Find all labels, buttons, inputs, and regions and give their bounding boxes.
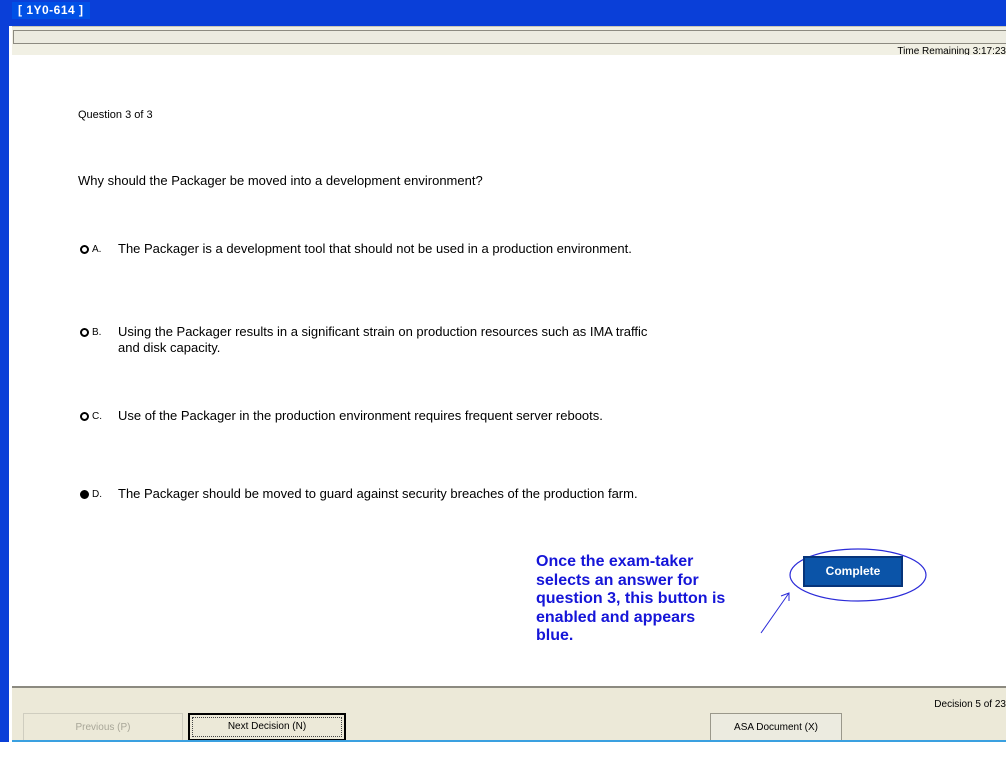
- asa-document-button[interactable]: ASA Document (X): [710, 713, 842, 741]
- annotation-callout: Once the exam-taker selects an answer fo…: [536, 553, 776, 646]
- info-bar-inset: [13, 30, 1006, 44]
- annotation-line: selects an answer for: [536, 571, 699, 589]
- option-text[interactable]: The Packager should be moved to guard ag…: [118, 486, 658, 502]
- annotation-line: question 3, this button is: [536, 590, 726, 607]
- question-panel: [12, 55, 1006, 685]
- option-text[interactable]: Using the Packager results in a signific…: [118, 324, 658, 356]
- option-letter: A.: [92, 244, 102, 255]
- complete-button[interactable]: Complete: [803, 556, 903, 587]
- annotation-line: blue.: [536, 627, 574, 644]
- previous-button[interactable]: Previous (P): [23, 713, 183, 741]
- next-decision-button[interactable]: Next Decision (N): [188, 713, 346, 741]
- title-bar: [ 1Y0-614 ]: [0, 0, 1006, 26]
- radio-c[interactable]: [80, 412, 89, 421]
- info-bar: Time Remaining 3:17:23: [12, 26, 1006, 57]
- option-letter: C.: [92, 411, 102, 422]
- exam-title: [ 1Y0-614 ]: [12, 2, 90, 19]
- navigation-bar: Decision 5 of 23 Previous (P) Next Decis…: [12, 686, 1006, 744]
- annotation-line: enabled and appears: [536, 608, 696, 626]
- option-text[interactable]: Use of the Packager in the production en…: [118, 408, 658, 424]
- option-text[interactable]: The Packager is a development tool that …: [118, 241, 658, 257]
- decision-counter: Decision 5 of 23: [934, 699, 1006, 710]
- annotation-line: Once the exam-taker: [536, 553, 694, 570]
- question-text: Why should the Packager be moved into a …: [78, 173, 483, 188]
- window-bottom-area: [0, 742, 1006, 763]
- radio-a[interactable]: [80, 245, 89, 254]
- question-counter: Question 3 of 3: [78, 109, 153, 121]
- radio-d-selected[interactable]: [80, 490, 89, 499]
- window-left-border: [0, 26, 9, 742]
- option-letter: D.: [92, 489, 102, 500]
- radio-b[interactable]: [80, 328, 89, 337]
- option-letter: B.: [92, 327, 102, 338]
